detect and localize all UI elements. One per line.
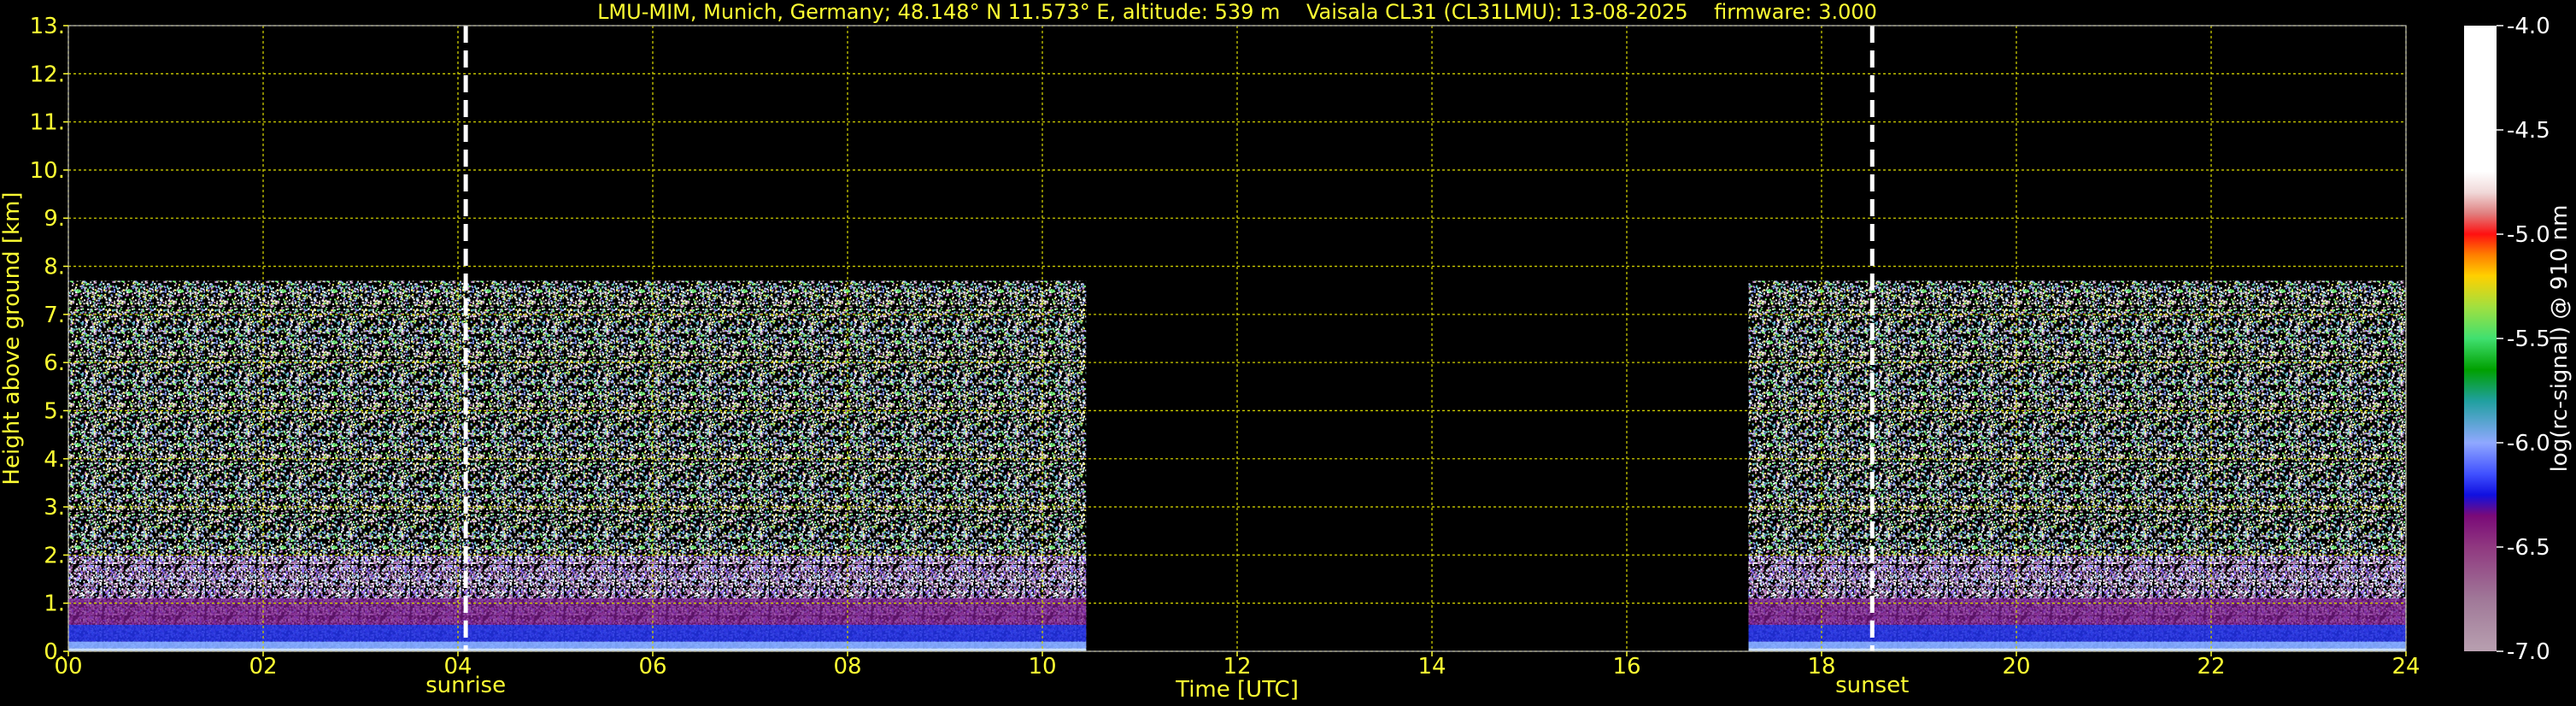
x-tick-label: 04	[443, 654, 472, 680]
data-segment	[1748, 280, 2406, 651]
y-tick-label: 4.	[44, 447, 65, 473]
x-tick-label: 12	[1223, 654, 1251, 680]
x-tick-label: 24	[2391, 654, 2420, 680]
y-tick-label: 2.	[44, 543, 65, 568]
colorbar-tick-label: -6.0	[2507, 431, 2550, 456]
x-tick-label: 02	[249, 654, 277, 680]
colorbar-tick-label: -6.5	[2507, 535, 2550, 561]
x-tick-label: 18	[1807, 654, 1835, 680]
y-tick-label: 12.	[30, 62, 65, 87]
chart-title: LMU-MIM, Munich, Germany; 48.148° N 11.5…	[597, 0, 1877, 24]
x-tick-labels: 00 02 04 06 08 10 12 14 16 18 20 22 24	[54, 651, 2421, 680]
signal-band	[68, 598, 1087, 626]
x-tick-label: 22	[2197, 654, 2225, 680]
x-tick-label: 16	[1612, 654, 1640, 680]
y-tick-label: 13.	[30, 14, 65, 39]
data-segment	[68, 280, 1087, 651]
x-tick-label: 10	[1028, 654, 1056, 680]
y-tick-label: 10.	[30, 158, 65, 184]
colorbar-gradient	[2464, 26, 2497, 651]
y-tick-label: 5.	[44, 398, 65, 424]
x-tick-label: 08	[833, 654, 861, 680]
signal-band	[68, 641, 1087, 649]
y-tick-labels: 0. 1. 2. 3. 4. 5. 6. 7. 8. 9. 10. 11. 12. 13.	[30, 14, 68, 665]
colorbar-ticks: -4.0 -4.5 -5.0 -5.5 -6.0 -6.5 -7.0	[2497, 14, 2550, 665]
y-tick-label: 0.	[44, 639, 65, 665]
colorbar-tick-label: -4.0	[2507, 14, 2550, 39]
x-tick-label: 06	[638, 654, 666, 680]
y-tick-label: 7.	[44, 303, 65, 328]
x-tick-label: 20	[2002, 654, 2030, 680]
x-axis-label: Time [UTC]	[1175, 677, 1299, 703]
colorbar-tick-label: -7.0	[2507, 639, 2550, 665]
segment-noise	[68, 280, 1087, 556]
colorbar-label: log(rc-signal) @ 910 nm	[2547, 205, 2573, 473]
colorbar-tick-label: -5.5	[2507, 327, 2550, 352]
marker-label-sunset: sunset	[1835, 673, 1909, 698]
signal-band	[1748, 598, 2406, 626]
colorbar-tick-label: -5.0	[2507, 222, 2550, 248]
ceilometer-figure: LMU-MIM, Munich, Germany; 48.148° N 11.5…	[0, 0, 2573, 703]
colorbar: -4.0 -4.5 -5.0 -5.5 -6.0 -6.5 -7.0 log(rc-sign…	[2464, 14, 2573, 665]
y-tick-label: 6.	[44, 350, 65, 376]
signal-band	[1748, 641, 2406, 649]
y-tick-label: 3.	[44, 495, 65, 521]
y-tick-label: 1.	[44, 591, 65, 617]
signal-band	[68, 625, 1087, 642]
signal-band	[1748, 625, 2406, 642]
colorbar-tick-label: -4.5	[2507, 118, 2550, 144]
y-axis-label: Height above ground [km]	[0, 191, 25, 485]
x-tick-label: 14	[1417, 654, 1446, 680]
y-tick-label: 9.	[44, 206, 65, 232]
y-tick-label: 11.	[30, 110, 65, 136]
segment-noise	[1748, 280, 2406, 556]
y-tick-label: 8.	[44, 255, 65, 280]
